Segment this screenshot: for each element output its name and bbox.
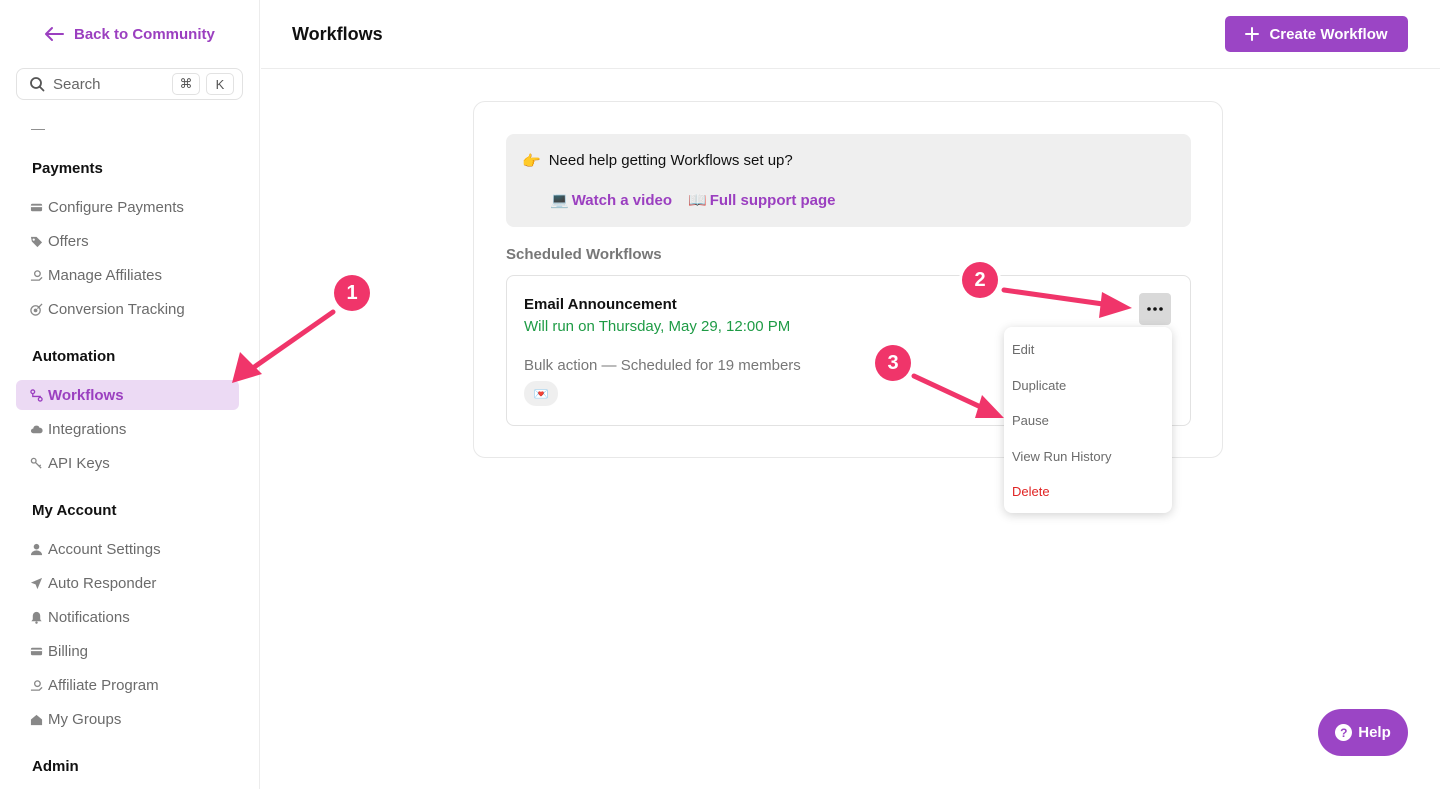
help-question: Need help getting Workflows set up?: [548, 152, 793, 169]
pointing-hand-icon: 👉: [522, 153, 541, 170]
page-header: Workflows Create Workflow: [261, 0, 1440, 69]
help-label: Help: [1358, 724, 1391, 741]
app-root: Back to Community Search ⌘ K — Payments …: [0, 0, 1440, 789]
sidebar-item-label: Offers: [48, 232, 89, 250]
credit-card-icon: [30, 647, 42, 655]
arrow-left-icon: [45, 27, 64, 41]
back-link-label: Back to Community: [74, 25, 215, 43]
menu-item-pause[interactable]: Pause: [1004, 403, 1172, 439]
sidebar-item-manage-affiliates[interactable]: Manage Affiliates: [16, 260, 239, 290]
book-icon: 📖: [688, 192, 707, 209]
sidebar-item-label: Integrations: [48, 420, 127, 438]
sidebar-item-label: Configure Payments: [48, 198, 184, 216]
sidebar-item-api-keys[interactable]: API Keys: [16, 448, 239, 478]
house-icon: [30, 714, 42, 725]
kbd-cmd: ⌘: [172, 73, 200, 95]
plus-icon: [1245, 27, 1260, 41]
menu-item-view-run-history[interactable]: View Run History: [1004, 439, 1172, 475]
page-title: Workflows: [292, 24, 383, 44]
ellipsis-icon: [1147, 307, 1163, 311]
workflow-name: Email Announcement: [524, 296, 677, 313]
menu-item-delete[interactable]: Delete: [1004, 474, 1172, 510]
sidebar-item-label: Billing: [48, 642, 89, 660]
question-icon: ?: [1335, 724, 1353, 741]
workflow-schedule: Will run on Thursday, May 29, 12:00 PM: [524, 318, 791, 335]
section-title-admin: Admin: [32, 758, 79, 775]
sidebar-item-label: My Groups: [48, 710, 122, 728]
workflow-icon: [29, 388, 43, 402]
support-page-link[interactable]: 📖 Full support page: [688, 191, 836, 209]
key-icon: [30, 457, 42, 469]
bell-icon: [30, 611, 42, 624]
hand-coin-icon: [30, 269, 43, 281]
create-workflow-button[interactable]: Create Workflow: [1225, 16, 1408, 52]
sidebar-divider-dash: —: [31, 120, 45, 136]
create-workflow-label: Create Workflow: [1269, 25, 1388, 43]
sidebar-item-offers[interactable]: Offers: [16, 226, 239, 256]
kbd-k: K: [206, 73, 234, 95]
sidebar-item-integrations[interactable]: Integrations: [16, 414, 239, 444]
tag-icon: [30, 236, 42, 247]
credit-card-icon: [30, 203, 42, 211]
help-links: 💻 Watch a video 📖 Full support page: [550, 191, 836, 209]
sidebar-item-workflows[interactable]: Workflows: [16, 380, 239, 410]
hand-coin-icon: [30, 679, 43, 691]
help-button[interactable]: ? Help: [1318, 709, 1408, 756]
sidebar-item-label: Notifications: [48, 608, 130, 626]
sidebar-item-label: API Keys: [48, 454, 110, 472]
target-icon: [29, 302, 43, 316]
sidebar-item-label: Affiliate Program: [48, 676, 159, 694]
sidebar-item-label: Account Settings: [48, 540, 161, 558]
sidebar-item-affiliate-program[interactable]: Affiliate Program: [16, 670, 239, 700]
sidebar-item-auto-responder[interactable]: Auto Responder: [16, 568, 239, 598]
cloud-icon: [30, 425, 43, 433]
more-options-button[interactable]: [1139, 293, 1171, 325]
search-input[interactable]: Search ⌘ K: [16, 68, 243, 100]
sidebar-item-conversion-tracking[interactable]: Conversion Tracking: [16, 294, 239, 324]
support-page-label: Full support page: [709, 192, 836, 209]
sidebar-item-label: Auto Responder: [48, 574, 157, 592]
scheduled-workflows-heading: Scheduled Workflows: [506, 246, 662, 263]
watch-video-label: Watch a video: [571, 192, 672, 209]
laptop-icon: 💻: [550, 192, 569, 209]
sidebar-item-label: Workflows: [48, 386, 124, 404]
sidebar-item-account-settings[interactable]: Account Settings: [16, 534, 239, 564]
sidebar: Back to Community Search ⌘ K — Payments …: [0, 0, 260, 789]
paper-plane-icon: [30, 577, 42, 589]
search-placeholder: Search: [53, 75, 101, 93]
sidebar-item-notifications[interactable]: Notifications: [16, 602, 239, 632]
help-question-line: 👉 Need help getting Workflows set up?: [522, 152, 793, 170]
section-title-payments: Payments: [32, 160, 103, 177]
sidebar-item-configure-payments[interactable]: Configure Payments: [16, 192, 239, 222]
menu-item-edit[interactable]: Edit: [1004, 332, 1172, 368]
step-badge-1: 1: [334, 275, 370, 311]
workflow-options-menu: Edit Duplicate Pause View Run History De…: [1004, 327, 1172, 513]
workflow-bulk-info: Bulk action — Scheduled for 19 members: [524, 357, 801, 374]
sidebar-item-billing[interactable]: Billing: [16, 636, 239, 666]
user-icon: [30, 543, 42, 555]
help-box: 👉 Need help getting Workflows set up? 💻 W…: [506, 134, 1191, 227]
love-letter-icon: 💌: [524, 381, 558, 406]
back-to-community-link[interactable]: Back to Community: [44, 24, 215, 44]
sidebar-item-label: Conversion Tracking: [48, 300, 185, 318]
section-title-my-account: My Account: [32, 502, 117, 519]
section-title-automation: Automation: [32, 348, 116, 365]
watch-video-link[interactable]: 💻 Watch a video: [550, 191, 672, 209]
sidebar-item-my-groups[interactable]: My Groups: [16, 704, 239, 734]
search-icon: [30, 77, 45, 92]
menu-item-duplicate[interactable]: Duplicate: [1004, 368, 1172, 404]
sidebar-item-label: Manage Affiliates: [48, 266, 162, 284]
